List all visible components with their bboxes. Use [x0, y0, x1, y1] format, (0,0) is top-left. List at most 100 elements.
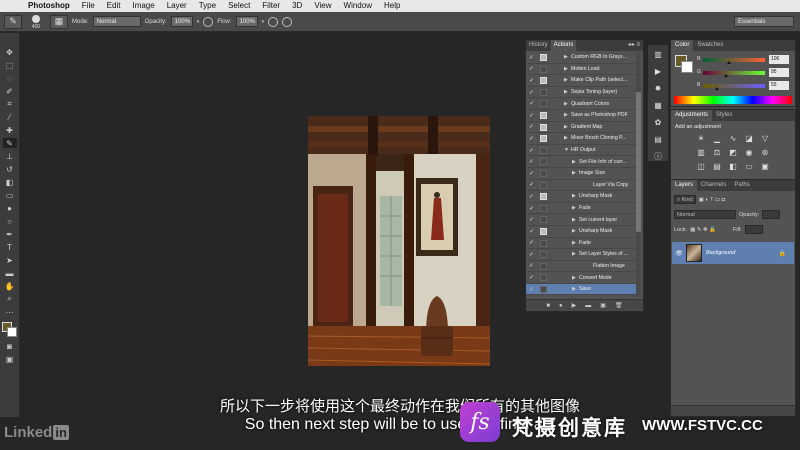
dialog-toggle-icon[interactable]: [540, 204, 547, 212]
color-swatches[interactable]: [1, 322, 18, 338]
dialog-toggle-icon[interactable]: [540, 54, 547, 61]
dialog-toggle-icon[interactable]: [540, 274, 547, 282]
toggle-check-icon[interactable]: ✓: [529, 251, 537, 258]
filter-icons[interactable]: ▣ ◐ T ▭ ◘: [699, 197, 725, 203]
lasso-tool-icon[interactable]: ◌: [3, 73, 17, 83]
disclosure-closed-icon[interactable]: ▶: [572, 217, 578, 223]
gradient-tool-icon[interactable]: ▭: [3, 190, 17, 200]
tab-swatches[interactable]: Swatches: [693, 40, 727, 51]
blue-value[interactable]: 55: [769, 81, 789, 90]
toggle-check-icon[interactable]: ✓: [529, 205, 537, 212]
eyedropper-tool-icon[interactable]: ⁄: [3, 112, 17, 122]
disclosure-closed-icon[interactable]: ▶: [572, 159, 578, 165]
tab-color[interactable]: Color: [671, 40, 694, 51]
exposure-icon[interactable]: ◪: [743, 134, 755, 144]
toggle-check-icon[interactable]: ✓: [529, 262, 537, 269]
scrollbar-thumb[interactable]: [636, 92, 641, 232]
dialog-toggle-icon[interactable]: [540, 285, 547, 293]
tab-layers[interactable]: Layers: [671, 180, 698, 191]
dialog-toggle-icon[interactable]: [540, 123, 547, 131]
toggle-check-icon[interactable]: ✓: [529, 286, 537, 293]
pressure-size-icon[interactable]: [282, 16, 293, 27]
toggle-check-icon[interactable]: ✓: [529, 77, 537, 84]
tab-paths[interactable]: Paths: [730, 180, 753, 191]
shape-tool-icon[interactable]: ▬: [3, 268, 17, 278]
toggle-check-icon[interactable]: ✓: [529, 100, 537, 107]
disclosure-closed-icon[interactable]: ▶: [572, 228, 578, 234]
dialog-toggle-icon[interactable]: [540, 135, 547, 143]
action-row[interactable]: ✓ ▶ Make Clip Path (select...: [526, 75, 636, 87]
toggle-check-icon[interactable]: ✓: [529, 158, 537, 165]
toggle-check-icon[interactable]: ✓: [529, 123, 537, 130]
dialog-toggle-icon[interactable]: [540, 169, 547, 177]
panel-menu-icon[interactable]: ▸▸ ≡: [629, 40, 640, 51]
play-icon[interactable]: ▶: [572, 302, 577, 309]
tab-history[interactable]: History: [526, 40, 551, 51]
crop-tool-icon[interactable]: ⌗: [3, 99, 17, 109]
green-slider[interactable]: G 95: [697, 68, 793, 78]
dodge-tool-icon[interactable]: ○: [3, 216, 17, 226]
black-white-icon[interactable]: ◩: [727, 148, 739, 158]
blur-tool-icon[interactable]: ●: [3, 203, 17, 213]
selective-color-icon[interactable]: ▣: [759, 162, 771, 172]
channel-mixer-icon[interactable]: ⊛: [759, 148, 771, 158]
action-row[interactable]: ✓ ▶ Set File Info of curr...: [526, 156, 636, 168]
action-row[interactable]: ✓ ▶ Set Layer Styles of ...: [526, 249, 636, 261]
healing-brush-tool-icon[interactable]: ✚: [3, 125, 17, 135]
background-color-swatch[interactable]: [6, 327, 17, 337]
dialog-toggle-icon[interactable]: [540, 65, 547, 73]
red-value[interactable]: 106: [769, 55, 789, 64]
lock-icons[interactable]: ▦ ✎ ✥ 🔒: [690, 227, 716, 233]
move-tool-icon[interactable]: ✥: [3, 47, 17, 57]
action-row[interactable]: ✓ Flatten Image: [526, 261, 636, 273]
pen-tool-icon[interactable]: ✒: [3, 229, 17, 239]
action-row[interactable]: ✓ ▶ Save as Photoshop PDF: [526, 110, 636, 122]
menu-filter[interactable]: Filter: [256, 0, 286, 12]
dialog-toggle-icon[interactable]: [540, 216, 547, 224]
disclosure-closed-icon[interactable]: ▶: [564, 101, 570, 107]
quick-select-tool-icon[interactable]: ✐: [3, 86, 17, 96]
toggle-check-icon[interactable]: ✓: [529, 112, 537, 119]
disclosure-closed-icon[interactable]: ▶: [572, 205, 578, 211]
toggle-check-icon[interactable]: ✓: [529, 274, 537, 281]
tab-actions[interactable]: Actions: [550, 40, 577, 51]
layer-row-background[interactable]: 👁 Background 🔒: [672, 242, 794, 264]
history-brush-tool-icon[interactable]: ↺: [3, 164, 17, 174]
action-row[interactable]: ✓ ▶ Fade: [526, 203, 636, 215]
stop-recording-icon[interactable]: ■: [546, 303, 550, 309]
red-slider[interactable]: R 106: [697, 55, 793, 65]
disclosure-closed-icon[interactable]: ▶: [572, 193, 578, 199]
more-tools-icon[interactable]: ⋯: [3, 307, 17, 317]
disclosure-open-icon[interactable]: ▼: [564, 147, 570, 153]
toggle-check-icon[interactable]: ✓: [529, 193, 537, 200]
history-panel-icon[interactable]: ▥: [651, 49, 665, 61]
disclosure-closed-icon[interactable]: ▶: [572, 275, 578, 281]
tab-channels[interactable]: Channels: [697, 180, 730, 191]
dialog-toggle-icon[interactable]: [540, 251, 547, 259]
menu-select[interactable]: Select: [222, 0, 256, 12]
glyphs-icon[interactable]: ▤: [651, 134, 665, 146]
action-row[interactable]: ✓ ▶ Convert Mode: [526, 272, 636, 284]
new-set-icon[interactable]: ▬: [585, 303, 591, 309]
action-row[interactable]: ✓ ▶ Save: [526, 283, 636, 296]
actions-scrollbar[interactable]: [636, 52, 641, 297]
dialog-toggle-icon[interactable]: [540, 100, 547, 108]
threshold-icon[interactable]: ◧: [727, 162, 739, 172]
mode-select[interactable]: Normal: [92, 16, 141, 27]
brush-preset-icon[interactable]: ✎: [4, 14, 22, 29]
brush-settings-icon[interactable]: ✸: [651, 83, 665, 95]
menu-type[interactable]: Type: [193, 0, 222, 12]
posterize-icon[interactable]: ▤: [711, 162, 723, 172]
flow-chevron-icon[interactable]: ▾: [262, 19, 265, 25]
document-canvas[interactable]: [21, 33, 525, 417]
disclosure-closed-icon[interactable]: ▶: [564, 66, 570, 72]
disclosure-closed-icon[interactable]: ▶: [572, 240, 578, 246]
marquee-tool-icon[interactable]: ⬚: [3, 60, 17, 70]
kind-filter[interactable]: ⌕ Kind: [674, 195, 696, 204]
disclosure-closed-icon[interactable]: ▶: [564, 135, 570, 141]
blend-mode-select[interactable]: Normal: [674, 210, 736, 219]
photo-filter-icon[interactable]: ◉: [743, 148, 755, 158]
disclosure-closed-icon[interactable]: ▶: [572, 286, 578, 292]
hand-tool-icon[interactable]: ✋: [3, 281, 17, 291]
brush-tool-icon[interactable]: ✎: [2, 138, 17, 148]
